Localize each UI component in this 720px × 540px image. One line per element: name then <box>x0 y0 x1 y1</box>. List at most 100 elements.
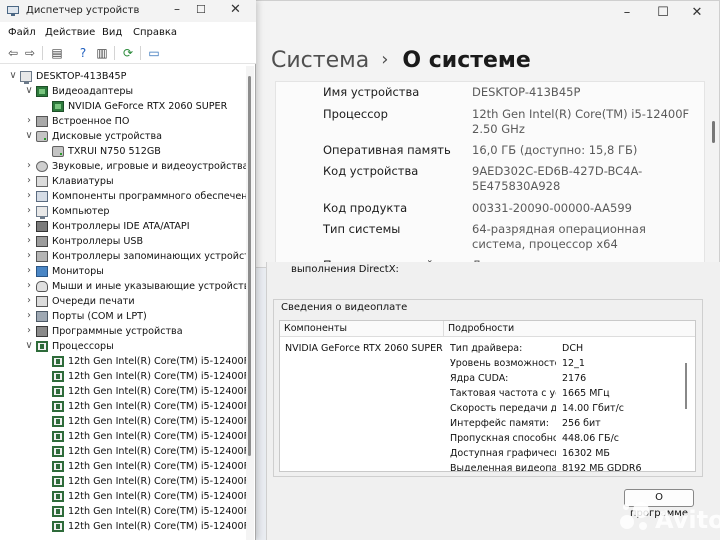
minimize-icon[interactable]: – <box>174 2 180 16</box>
chevron-down-icon[interactable]: ∨ <box>24 85 34 96</box>
chevron-down-icon[interactable]: ∨ <box>8 70 18 81</box>
chevron-down-icon[interactable]: ∨ <box>24 340 34 351</box>
computer-icon <box>36 206 48 219</box>
update-driver-icon[interactable]: ▥ <box>95 46 109 60</box>
tree-item[interactable]: 12th Gen Intel(R) Core(TM) i5-12400F <box>40 474 246 489</box>
help-icon[interactable]: ? <box>76 46 90 60</box>
close-icon[interactable]: ✕ <box>230 2 241 17</box>
watermark-text: Avito <box>655 506 720 534</box>
menu-help[interactable]: Справка <box>133 27 177 38</box>
tree-item[interactable]: 12th Gen Intel(R) Core(TM) i5-12400F <box>40 399 246 414</box>
column-header-components[interactable]: Компоненты <box>280 321 444 337</box>
tree-item-label: Программные устройства <box>52 326 183 337</box>
tree-item[interactable]: 12th Gen Intel(R) Core(TM) i5-12400F <box>40 519 246 534</box>
detail-key: Ядра CUDA: <box>450 373 509 384</box>
details-scrollbar[interactable] <box>685 363 687 409</box>
tree-item[interactable]: › Компьютер <box>24 204 246 219</box>
chevron-right-icon[interactable]: › <box>24 160 34 171</box>
tree-item[interactable]: ∨ Дисковые устройства <box>24 129 246 144</box>
chevron-right-icon[interactable]: › <box>24 115 34 126</box>
chevron-right-icon[interactable]: › <box>24 295 34 306</box>
processor-icon <box>52 446 64 457</box>
tree-item-label: Контроллеры USB <box>52 236 144 247</box>
monitor-icon[interactable]: ▭ <box>147 46 161 60</box>
column-header-details[interactable]: Подробности <box>444 321 695 337</box>
tree-item[interactable]: 12th Gen Intel(R) Core(TM) i5-12400F <box>40 429 246 444</box>
ide-controller-icon <box>36 221 48 232</box>
tree-scrollbar[interactable] <box>246 66 254 540</box>
tree-item-label: Клавиатуры <box>52 176 114 187</box>
sound-icon <box>36 161 48 172</box>
properties-icon[interactable]: ▤ <box>50 46 64 60</box>
tree-item[interactable]: › Контроллеры IDE ATA/ATAPI <box>24 219 246 234</box>
chevron-right-icon[interactable]: › <box>24 205 34 216</box>
close-icon[interactable]: ✕ <box>687 5 707 20</box>
breadcrumb: Система › О системе <box>271 48 531 73</box>
device-tree: ∨ DESKTOP-413B45P ∨ Видеоадаптеры NVIDIA GeF… <box>0 66 246 540</box>
tree-item[interactable]: 12th Gen Intel(R) Core(TM) i5-12400F <box>40 369 246 384</box>
chevron-down-icon[interactable]: ∨ <box>24 130 34 141</box>
tree-item[interactable]: ∨ Процессоры <box>24 339 246 354</box>
tree-item[interactable]: 12th Gen Intel(R) Core(TM) i5-12400F <box>40 354 246 369</box>
port-icon <box>36 311 48 322</box>
tree-item[interactable]: › Мониторы <box>24 264 246 279</box>
tree-item[interactable]: › Контроллеры USB <box>24 234 246 249</box>
tree-item[interactable]: › Клавиатуры <box>24 174 246 189</box>
tree-item[interactable]: › Звуковые, игровые и видеоустройства <box>24 159 246 174</box>
chevron-right-icon[interactable]: › <box>24 310 34 321</box>
tree-item[interactable]: NVIDIA GeForce RTX 2060 SUPER <box>40 99 246 114</box>
tree-item-label: 12th Gen Intel(R) Core(TM) i5-12400F <box>68 431 246 442</box>
tree-item[interactable]: 12th Gen Intel(R) Core(TM) i5-12400F <box>40 459 246 474</box>
back-icon[interactable]: ⇦ <box>6 46 20 60</box>
chevron-right-icon[interactable]: › <box>24 250 34 261</box>
tree-item[interactable]: › Контроллеры запоминающих устройств <box>24 249 246 264</box>
processor-icon <box>52 416 64 427</box>
tree-item-label: Дисковые устройства <box>52 131 162 142</box>
printer-icon <box>36 296 48 307</box>
avito-watermark: Avito <box>617 498 720 538</box>
minimize-icon[interactable]: – <box>617 5 637 20</box>
scrollbar-thumb[interactable] <box>248 76 251 456</box>
spec-value: 16,0 ГБ (доступно: 15,8 ГБ) <box>472 143 638 157</box>
tree-item[interactable]: › Очереди печати <box>24 294 246 309</box>
tree-item[interactable]: › Компоненты программного обеспечения <box>24 189 246 204</box>
chevron-right-icon[interactable]: › <box>24 280 34 291</box>
tree-item[interactable]: 12th Gen Intel(R) Core(TM) i5-12400F <box>40 489 246 504</box>
tree-item[interactable]: ∨ Видеоадаптеры <box>24 84 246 99</box>
scan-hardware-icon[interactable]: ⟳ <box>121 46 135 60</box>
chevron-right-icon[interactable]: › <box>24 220 34 231</box>
settings-scrollbar[interactable] <box>712 121 715 143</box>
tree-item[interactable]: 12th Gen Intel(R) Core(TM) i5-12400F <box>40 414 246 429</box>
menu-action[interactable]: Действие <box>45 27 95 38</box>
tree-item[interactable]: 12th Gen Intel(R) Core(TM) i5-12400F <box>40 504 246 519</box>
tree-item[interactable]: › Встроенное ПО <box>24 114 246 129</box>
breadcrumb-system[interactable]: Система <box>271 48 369 73</box>
processor-icon <box>52 476 64 487</box>
chevron-right-icon[interactable]: › <box>24 190 34 201</box>
title-bar[interactable]: Диспетчер устройств – ☐ ✕ <box>0 0 256 22</box>
tree-item[interactable]: › Порты (COM и LPT) <box>24 309 246 324</box>
chevron-right-icon[interactable]: › <box>24 175 34 186</box>
device-manager-icon <box>7 6 19 16</box>
tree-item[interactable]: › Мыши и иные указывающие устройства <box>24 279 246 294</box>
tree-item[interactable]: 12th Gen Intel(R) Core(TM) i5-12400F <box>40 384 246 399</box>
tree-item[interactable]: ∨ DESKTOP-413B45P <box>8 69 246 84</box>
device-manager-window: Диспетчер устройств – ☐ ✕ Файл Действие … <box>0 0 256 540</box>
tree-item[interactable]: TXRUI N750 512GB <box>40 144 246 159</box>
detail-key: Скорость передачи д... <box>450 403 556 414</box>
chevron-right-icon[interactable]: › <box>24 235 34 246</box>
tree-item[interactable]: › Программные устройства <box>24 324 246 339</box>
software-component-icon <box>36 191 48 202</box>
window-title: Диспетчер устройств <box>26 5 140 16</box>
chevron-right-icon[interactable]: › <box>24 265 34 276</box>
maximize-icon[interactable]: ☐ <box>653 5 673 20</box>
tree-item-label: 12th Gen Intel(R) Core(TM) i5-12400F <box>68 356 246 367</box>
maximize-icon[interactable]: ☐ <box>196 3 206 16</box>
menu-view[interactable]: Вид <box>102 27 122 38</box>
chevron-right-icon[interactable]: › <box>24 325 34 336</box>
tree-item[interactable]: 12th Gen Intel(R) Core(TM) i5-12400F <box>40 444 246 459</box>
menu-file[interactable]: Файл <box>8 27 36 38</box>
component-item[interactable]: NVIDIA GeForce RTX 2060 SUPER <box>285 343 443 354</box>
forward-icon[interactable]: ⇨ <box>23 46 37 60</box>
spec-value: 9AED302C-ED6B-427D-BC4A-5E475830A928 <box>472 164 643 193</box>
